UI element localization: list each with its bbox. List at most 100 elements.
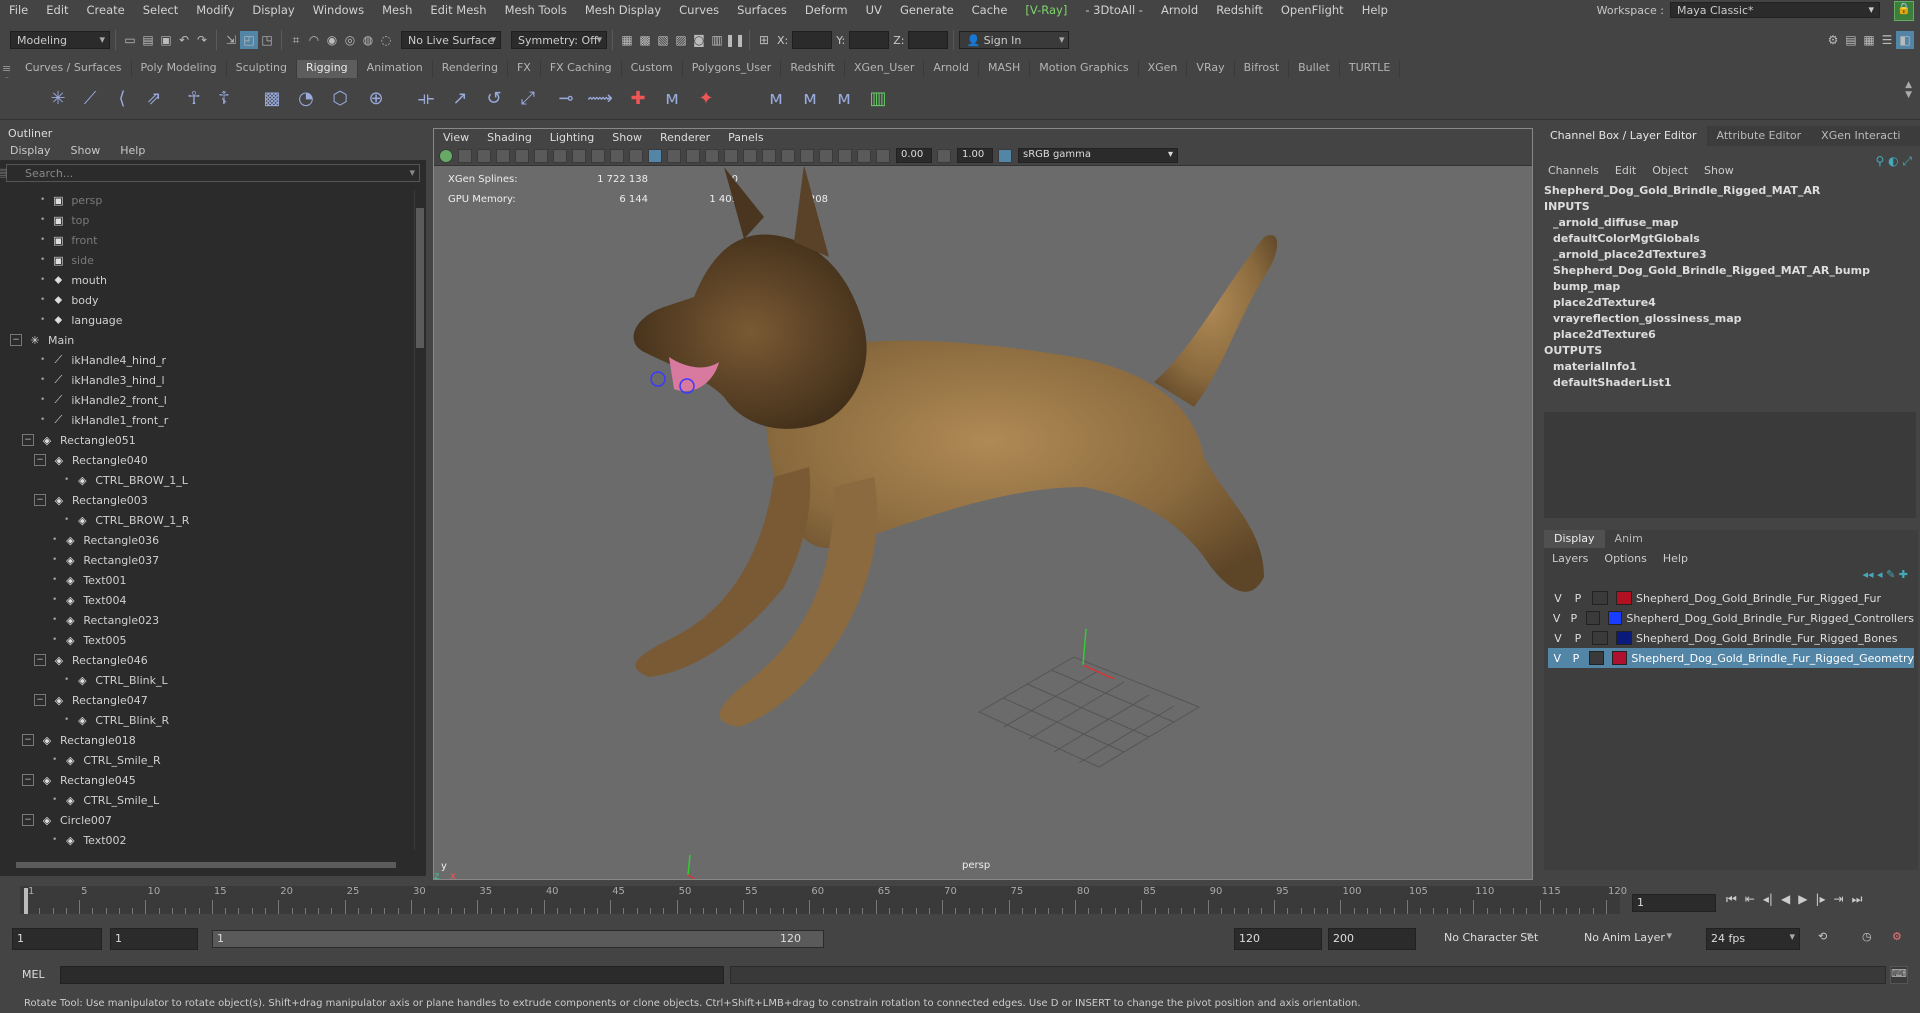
film-gate-icon[interactable] <box>534 148 548 163</box>
menu-set-dropdown[interactable]: Modeling <box>10 31 110 49</box>
scroll-thumb[interactable] <box>16 862 396 868</box>
undo-icon[interactable]: ↶ <box>175 31 193 49</box>
motion-blur-icon[interactable] <box>762 148 776 163</box>
layer-color-swatch[interactable] <box>1608 611 1623 625</box>
outliner-item[interactable]: • ◈ CTRL_Blink_R <box>0 710 412 730</box>
auto-key-icon[interactable]: ◷ <box>1862 930 1872 943</box>
gate-mask-icon[interactable] <box>572 148 586 163</box>
safe-title-icon[interactable] <box>610 148 624 163</box>
outliner-item[interactable]: • ◈ CTRL_BROW_1_R <box>0 510 412 530</box>
shelf-tab[interactable]: XGen_User <box>845 60 925 78</box>
character-set-dropdown[interactable]: No Character Set <box>1440 928 1538 950</box>
outliner-item[interactable]: − ◈ Rectangle046 <box>0 650 412 670</box>
current-time-marker[interactable] <box>24 888 28 914</box>
shelf-tab[interactable]: Bifrost <box>1235 60 1290 78</box>
shelf-tab[interactable]: XGen <box>1139 60 1188 78</box>
menu-edit-mesh[interactable]: Edit Mesh <box>421 3 495 17</box>
outliner-item[interactable]: • ◈ CTRL_Blink_L <box>0 670 412 690</box>
play-backward-icon[interactable]: ◀ <box>1781 892 1790 907</box>
resolution-gate-icon[interactable] <box>553 148 567 163</box>
layer-menu-help[interactable]: Help <box>1655 550 1696 568</box>
render-current-icon[interactable]: ▩ <box>636 31 654 49</box>
outliner-item[interactable]: − ◈ Rectangle003 <box>0 490 412 510</box>
attribute-editor-icon[interactable]: ▤ <box>1842 31 1860 49</box>
tool-settings-icon[interactable]: ▦ <box>1860 31 1878 49</box>
xgen-library-icon[interactable]: ▥ <box>864 84 892 112</box>
display-layer-row[interactable]: V P Shepherd_Dog_Gold_Brindle_Fur_Rigged_B… <box>1548 628 1914 648</box>
channel-box-tools-icon[interactable]: ⚲ ◐ ⤢ <box>1876 154 1913 169</box>
outliner-menu-help[interactable]: Help <box>110 142 155 160</box>
ambient-occlusion-icon[interactable] <box>743 148 757 163</box>
outliner-item[interactable]: • ◈ Text001 <box>0 570 412 590</box>
display-layer-row[interactable]: V P Shepherd_Dog_Gold_Brindle_Fur_Rigged_G… <box>1548 648 1914 668</box>
open-scene-icon[interactable]: ▤ <box>139 31 157 49</box>
menu-curves[interactable]: Curves <box>670 3 728 17</box>
tab-anim-layers[interactable]: Anim <box>1605 530 1653 548</box>
wireframe-icon[interactable] <box>629 148 643 163</box>
animation-end-field[interactable]: 200 <box>1328 928 1416 950</box>
playback-toggle[interactable]: P <box>1565 612 1582 625</box>
expand-toggle-icon[interactable]: − <box>34 654 46 666</box>
outliner-item[interactable]: − ◈ Rectangle047 <box>0 690 412 710</box>
pole-vector-icon[interactable]: ⟿ <box>586 84 614 112</box>
move-layer-up-icon[interactable]: ◂◂ <box>1862 568 1873 581</box>
outliner-item[interactable]: • ◈ CTRL_Smile_L <box>0 790 412 810</box>
x-axis-handle[interactable] <box>687 874 704 879</box>
display-type-toggle[interactable] <box>1592 591 1608 605</box>
ik-handle-icon[interactable]: ⟋ <box>76 84 104 112</box>
snap-grid-icon[interactable]: ⌗ <box>287 31 305 49</box>
go-to-start-icon[interactable]: ⏮ <box>1726 892 1737 907</box>
time-slider-track[interactable]: 1 5 10 15 20 25 30 35 40 45 50 55 60 65 70 75 80 85 90 95 10… <box>20 886 1627 914</box>
outliner-item[interactable]: • ◈ Rectangle023 <box>0 610 412 630</box>
scale-constraint-icon[interactable]: ⤢ <box>514 84 542 112</box>
cb-menu-object[interactable]: Object <box>1644 162 1696 180</box>
image-plane-icon[interactable] <box>496 148 510 163</box>
playback-toggle[interactable]: P <box>1568 592 1588 605</box>
step-back-frame-icon[interactable]: ◂| <box>1763 892 1773 907</box>
loop-icon[interactable]: ⟲ <box>1818 930 1827 943</box>
shelf-tab[interactable]: Curves / Surfaces <box>16 60 132 78</box>
outliner-hscrollbar[interactable] <box>6 860 410 870</box>
history-icon[interactable]: ▦ <box>618 31 636 49</box>
safe-action-icon[interactable] <box>591 148 605 163</box>
outliner-item[interactable]: • ◈ Text005 <box>0 630 412 650</box>
viewport-menu-panels[interactable]: Panels <box>719 129 772 146</box>
outliner-item[interactable]: • ⬥ body <box>0 290 412 310</box>
shelf-tab[interactable]: Poly Modeling <box>132 60 227 78</box>
xgen-guide-icon[interactable]: ✦ <box>692 84 720 112</box>
command-language-label[interactable]: MEL <box>22 968 45 981</box>
joint-manipulators[interactable] <box>687 628 1115 879</box>
smooth-shade-icon[interactable] <box>648 148 662 163</box>
gamma-icon[interactable] <box>937 148 951 163</box>
exposure-icon[interactable] <box>876 148 890 163</box>
modeling-toolkit-icon[interactable]: ⚙ <box>1824 31 1842 49</box>
tab-attribute-editor[interactable]: Attribute Editor <box>1707 126 1812 146</box>
input-node[interactable]: _arnold_diffuse_map <box>1544 216 1916 232</box>
selected-object-name[interactable]: Shepherd_Dog_Gold_Brindle_Rigged_MAT_AR <box>1544 184 1916 200</box>
orient-constraint-icon[interactable]: ↺ <box>480 84 508 112</box>
grid-toggle-icon[interactable] <box>515 148 529 163</box>
layer-menu-layers[interactable]: Layers <box>1544 550 1596 568</box>
new-layer-selected-icon[interactable]: ✚ <box>1899 568 1908 581</box>
menu-redshift[interactable]: Redshift <box>1207 3 1272 17</box>
layer-color-swatch[interactable] <box>1616 591 1632 605</box>
menu-3dtoall[interactable]: - 3DtoAll - <box>1076 3 1152 17</box>
shadows-icon[interactable] <box>724 148 738 163</box>
outliner-search-input[interactable]: ▤ Search... ▾ <box>0 164 420 182</box>
snap-point-icon[interactable]: ◉ <box>323 31 341 49</box>
outliner-item[interactable]: − ✳ Main <box>0 330 412 350</box>
input-node[interactable]: bump_map <box>1544 280 1916 296</box>
xgen-groom-icon[interactable]: ᴍ <box>796 84 824 112</box>
viewport-menu-lighting[interactable]: Lighting <box>541 129 603 146</box>
select-object-icon[interactable]: ◰ <box>240 31 258 49</box>
outliner-item[interactable]: • ⟋ ikHandle2_front_l <box>0 390 412 410</box>
workspace-dropdown[interactable]: Maya Classic* <box>1670 2 1880 18</box>
outliner-item[interactable]: − ◈ Rectangle018 <box>0 730 412 750</box>
transform-mode-icon[interactable]: ⊞ <box>755 31 773 49</box>
ik-spline-icon[interactable]: ⟨ <box>108 84 136 112</box>
expand-toggle-icon[interactable]: − <box>22 734 34 746</box>
menu-edit[interactable]: Edit <box>37 3 77 17</box>
sign-in-button[interactable]: 👤 Sign In <box>959 31 1070 49</box>
paint-weights-icon[interactable]: ◔ <box>292 84 320 112</box>
chevron-down-icon[interactable]: ▾ <box>409 166 415 179</box>
